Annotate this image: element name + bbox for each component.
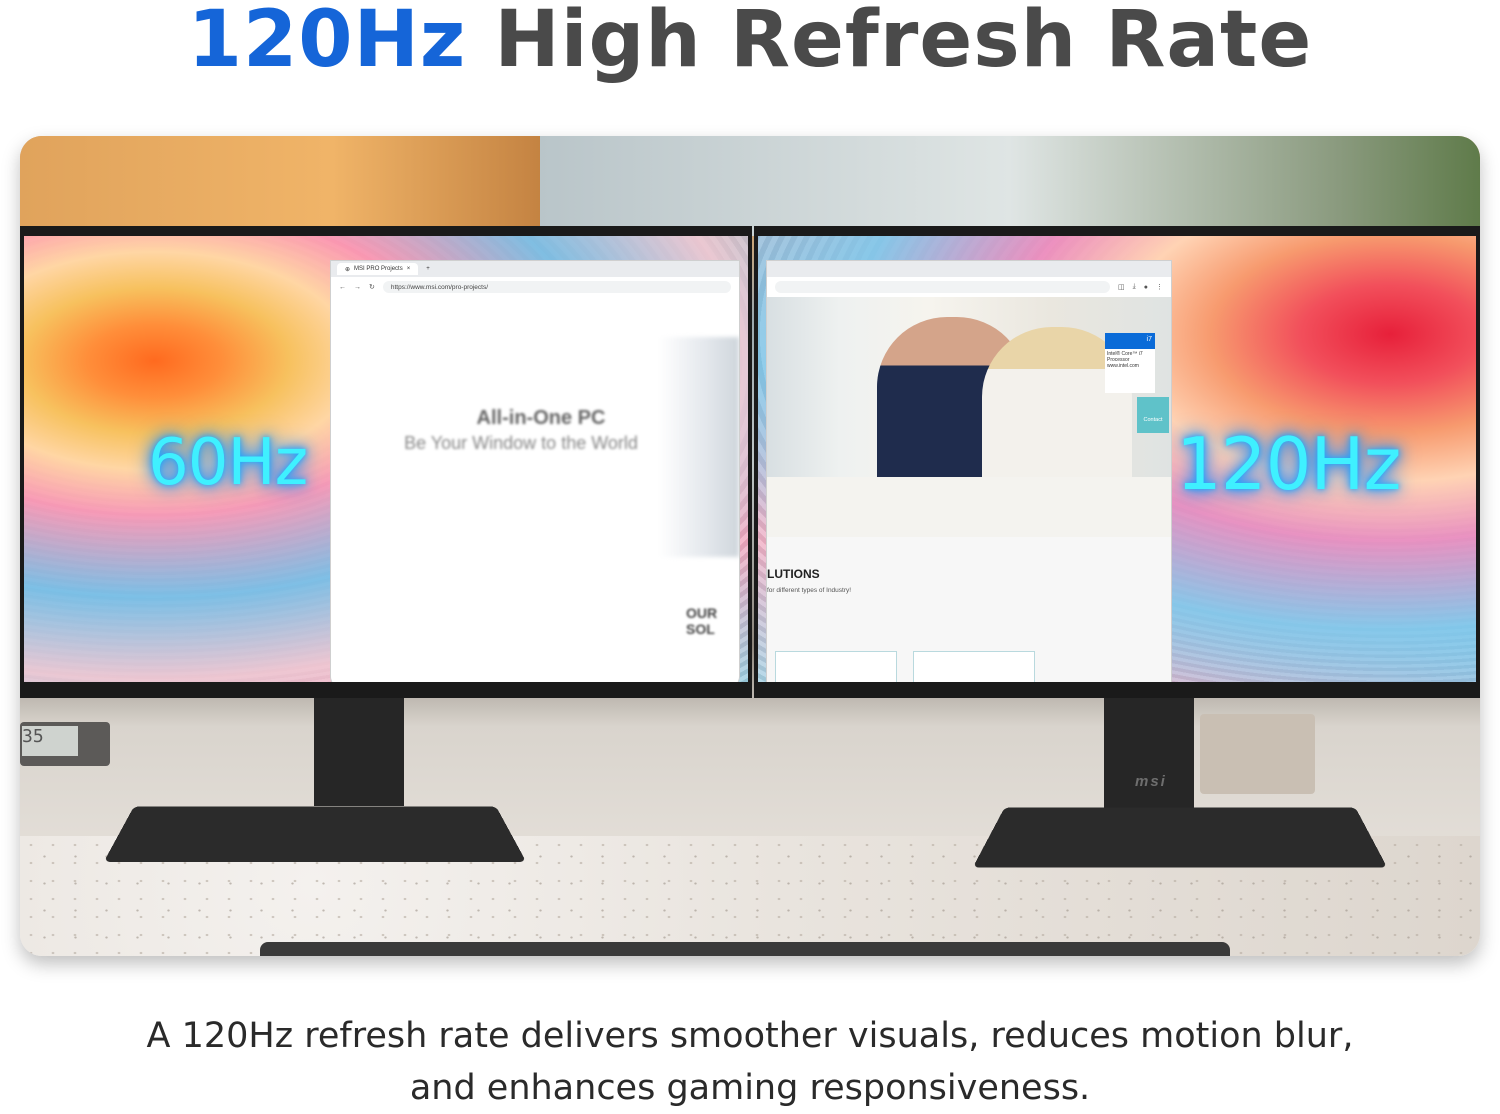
monitor-120hz: 120Hz ◫ ⤓ ● ⋮ i7 Intel® Core™ i7 Process…	[754, 226, 1480, 698]
right-stand-neck	[1104, 696, 1194, 816]
intel-badge: i7 Intel® Core™ i7 Processor www.intel.c…	[1105, 333, 1155, 393]
left-stand-base	[103, 806, 527, 862]
tab-bar: ⊕ MSI PRO Projects × +	[331, 261, 739, 277]
intel-mark: i7	[1146, 336, 1152, 343]
caption: A 120Hz refresh rate delivers smoother v…	[0, 1010, 1500, 1114]
monitor-60hz: 60Hz ⊕ MSI PRO Projects × + ← → ↻ https:…	[20, 226, 752, 698]
browser-tab[interactable]: ⊕ MSI PRO Projects ×	[337, 263, 419, 275]
solution-card[interactable]	[775, 651, 897, 682]
tab-bar	[767, 261, 1171, 277]
url-field[interactable]	[775, 281, 1111, 293]
page-content: All-in-One PC Be Your Window to the Worl…	[331, 297, 739, 682]
solution-card[interactable]	[913, 651, 1035, 682]
profile-icon[interactable]: ●	[1144, 284, 1148, 291]
tab-title: MSI PRO Projects	[354, 266, 403, 272]
forward-icon[interactable]: →	[354, 284, 361, 291]
hero-photo: i7 Intel® Core™ i7 Processor www.intel.c…	[767, 297, 1171, 537]
screen-60hz: 60Hz ⊕ MSI PRO Projects × + ← → ↻ https:…	[24, 236, 748, 682]
keyboard	[260, 942, 1230, 956]
headline-rest: High Refresh Rate	[494, 0, 1313, 85]
window-right	[540, 136, 1480, 236]
caption-line-2: and enhances gaming responsiveness.	[409, 1068, 1091, 1108]
caption-line-1: A 120Hz refresh rate delivers smoother v…	[146, 1016, 1354, 1056]
product-scene: 35 msi 60Hz ⊕ MSI PRO Projects × + ← → ↻…	[20, 136, 1480, 956]
menu-icon[interactable]: ⋮	[1156, 283, 1163, 291]
right-stand-base	[972, 807, 1388, 868]
msi-logo: msi	[1135, 773, 1167, 790]
headline-accent: 120Hz	[187, 0, 467, 85]
section-subheading: for different types of Industry!	[767, 587, 852, 594]
browser-window-right: ◫ ⤓ ● ⋮ i7 Intel® Core™ i7 Processor www…	[766, 260, 1172, 682]
rate-label-60hz: 60Hz	[148, 426, 308, 500]
page-title-blurred: All-in-One PC	[476, 407, 606, 429]
desk-clock: 35	[20, 722, 110, 766]
page-subtitle-blurred: Be Your Window to the World	[404, 433, 638, 453]
contact-button[interactable]: Contact	[1137, 397, 1169, 433]
browser-window-left: ⊕ MSI PRO Projects × + ← → ↻ https://www…	[330, 260, 740, 682]
headline: 120Hz High Refresh Rate	[0, 0, 1500, 90]
photo-desk	[767, 477, 1171, 537]
section-heading: LUTIONS	[767, 567, 820, 581]
globe-icon: ⊕	[345, 266, 351, 273]
address-bar: ◫ ⤓ ● ⋮	[767, 277, 1171, 298]
download-icon[interactable]: ⤓	[1133, 283, 1136, 291]
intel-badge-text: Intel® Core™ i7 Processor www.intel.com	[1107, 351, 1143, 369]
url-field[interactable]: https://www.msi.com/pro-projects/	[382, 281, 731, 293]
back-icon[interactable]: ←	[339, 284, 346, 291]
address-bar: ← → ↻ https://www.msi.com/pro-projects/	[331, 277, 739, 298]
rate-label-120hz: 120Hz	[1176, 422, 1401, 506]
left-stand-neck	[314, 696, 404, 806]
section-heading-blurred: OUR SOL	[686, 605, 718, 637]
extensions-icon[interactable]: ◫	[1118, 283, 1125, 291]
window-left	[20, 136, 540, 236]
plant-box	[1200, 714, 1315, 794]
reload-icon[interactable]: ↻	[369, 283, 375, 291]
screen-120hz: 120Hz ◫ ⤓ ● ⋮ i7 Intel® Core™ i7 Process…	[758, 236, 1476, 682]
new-tab-icon[interactable]: +	[426, 266, 430, 272]
close-icon[interactable]: ×	[407, 266, 411, 272]
clock-face: 35	[22, 726, 78, 756]
